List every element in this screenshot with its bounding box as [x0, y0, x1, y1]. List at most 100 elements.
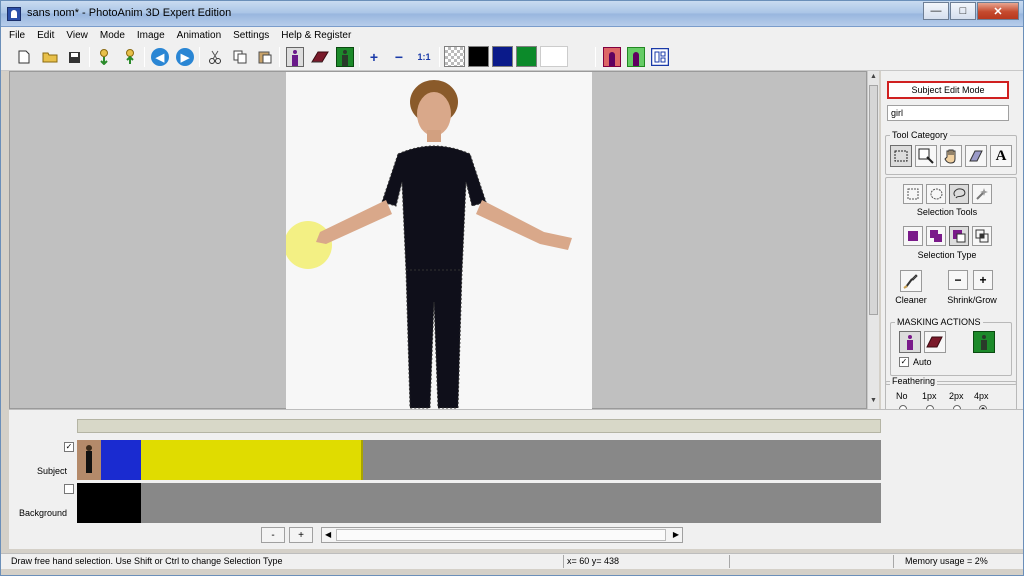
status-divider [563, 555, 564, 568]
background-view-icon[interactable] [625, 46, 647, 68]
toolbar-separator [144, 47, 145, 67]
scroll-right-arrow-icon[interactable]: ▶ [673, 530, 679, 539]
masking-actions-group: MASKING ACTIONS ✓ Auto [890, 317, 1012, 376]
image-canvas[interactable] [9, 71, 867, 410]
zoom-tool-icon[interactable] [915, 145, 937, 167]
tool-category-group: Tool Category A [885, 130, 1017, 175]
subject-clip-yellow[interactable] [141, 440, 363, 480]
subject-track-checkbox[interactable]: ✓ [64, 442, 74, 452]
shrink-button[interactable]: − [948, 270, 968, 290]
feathering-2px-label: 2px [949, 391, 964, 401]
status-bar: Draw free hand selection. Use Shift or C… [1, 553, 1023, 569]
toolbar-separator [279, 47, 280, 67]
background-track[interactable] [77, 483, 881, 523]
minimize-button[interactable]: — [923, 2, 949, 20]
toolbar-separator [359, 47, 360, 67]
cleaner-brush-icon[interactable] [900, 270, 922, 292]
lasso-select-icon[interactable] [949, 184, 969, 204]
menu-mode[interactable]: Mode [100, 30, 125, 41]
auto-checkbox[interactable]: ✓ [899, 357, 909, 367]
background-track-label: Background [19, 508, 68, 518]
actual-size-button[interactable]: 1:1 [413, 46, 435, 68]
scroll-left-arrow-icon[interactable]: ◀ [325, 530, 331, 539]
text-tool-icon[interactable]: A [990, 145, 1012, 167]
mask-invert-icon[interactable] [334, 46, 356, 68]
eraser-tool-icon[interactable] [965, 145, 987, 167]
new-file-icon[interactable] [13, 46, 35, 68]
add-selection-icon[interactable] [926, 226, 946, 246]
timeline-zoom-out-button[interactable]: - [261, 527, 285, 543]
masking-actions-title: MASKING ACTIONS [895, 317, 983, 327]
intersect-selection-icon[interactable] [972, 226, 992, 246]
subject-name-field[interactable]: girl [887, 105, 1009, 121]
menu-view[interactable]: View [66, 30, 88, 41]
timeline-panel: ✓ Subject Background - + ◀ ▶ [9, 409, 1023, 549]
mask-eraser-icon[interactable] [309, 46, 331, 68]
grow-button[interactable]: + [973, 270, 993, 290]
paste-icon[interactable] [254, 46, 276, 68]
black-swatch[interactable] [468, 46, 489, 67]
memory-usage: Memory usage = 2% [905, 556, 988, 566]
menu-file[interactable]: File [9, 30, 25, 41]
open-folder-icon[interactable] [39, 46, 61, 68]
zoom-out-button[interactable]: − [388, 46, 410, 68]
navy-swatch[interactable] [492, 46, 513, 67]
close-button[interactable]: ✕ [977, 2, 1019, 20]
toolbar-separator [595, 47, 596, 67]
rectangle-select-icon[interactable] [903, 184, 923, 204]
ellipse-select-icon[interactable] [926, 184, 946, 204]
zoom-in-button[interactable]: + [363, 46, 385, 68]
timeline-horizontal-scrollbar[interactable]: ◀ ▶ [321, 527, 683, 543]
title-bar[interactable]: sans nom* - PhotoAnim 3D Expert Edition … [1, 1, 1023, 27]
undo-icon[interactable]: ◀ [149, 46, 171, 68]
green-swatch[interactable] [516, 46, 537, 67]
mask-subject-icon[interactable] [899, 331, 921, 353]
toolbar: ◀ ▶ + − 1:1 [1, 43, 1023, 71]
split-view-icon[interactable] [649, 46, 671, 68]
tool-category-title: Tool Category [890, 130, 950, 140]
cleaner-caption: Cleaner [895, 295, 927, 305]
save-icon[interactable] [63, 46, 85, 68]
menu-edit[interactable]: Edit [37, 30, 54, 41]
background-track-checkbox[interactable] [64, 484, 74, 494]
timeline-zoom-in-button[interactable]: + [289, 527, 313, 543]
mask-subject-icon[interactable] [284, 46, 306, 68]
background-clip-black[interactable] [77, 483, 141, 523]
hand-tool-icon[interactable] [940, 145, 962, 167]
scroll-up-arrow-icon[interactable]: ▲ [870, 73, 877, 80]
selection-category-icon[interactable] [890, 145, 912, 167]
subtract-selection-icon[interactable] [949, 226, 969, 246]
subject-photo[interactable] [286, 72, 592, 410]
mask-erase-icon[interactable] [924, 331, 946, 353]
subject-clip-blue[interactable] [101, 440, 141, 480]
feathering-4px-label: 4px [974, 391, 989, 401]
copy-icon[interactable] [229, 46, 251, 68]
export-icon[interactable] [119, 46, 141, 68]
menu-settings[interactable]: Settings [233, 30, 269, 41]
menu-image[interactable]: Image [137, 30, 165, 41]
scroll-down-arrow-icon[interactable]: ▼ [870, 397, 877, 404]
feathering-no-label: No [896, 391, 908, 401]
white-swatch[interactable] [540, 46, 568, 67]
mask-keep-icon[interactable] [973, 331, 995, 353]
subject-edit-mode-button[interactable]: Subject Edit Mode [887, 81, 1009, 99]
redo-icon[interactable]: ▶ [174, 46, 196, 68]
time-ruler[interactable] [77, 419, 881, 433]
canvas-vertical-scrollbar[interactable]: ▲ ▼ [867, 71, 879, 409]
subject-track[interactable] [77, 440, 881, 480]
menu-help-register[interactable]: Help & Register [281, 30, 351, 41]
timeline-scroll-thumb[interactable] [336, 529, 666, 541]
app-icon[interactable] [7, 7, 21, 21]
cursor-coordinates: x= 60 y= 438 [567, 556, 620, 566]
menu-animation[interactable]: Animation [177, 30, 221, 41]
scroll-thumb[interactable] [869, 85, 878, 315]
maximize-button[interactable]: □ [950, 2, 976, 20]
cut-icon[interactable] [204, 46, 226, 68]
new-selection-icon[interactable] [903, 226, 923, 246]
subject-view-icon[interactable] [601, 46, 623, 68]
status-divider [729, 555, 730, 568]
magic-wand-select-icon[interactable] [972, 184, 992, 204]
import-icon[interactable] [93, 46, 115, 68]
transparent-swatch[interactable] [444, 46, 465, 67]
toolbar-separator [439, 47, 440, 67]
